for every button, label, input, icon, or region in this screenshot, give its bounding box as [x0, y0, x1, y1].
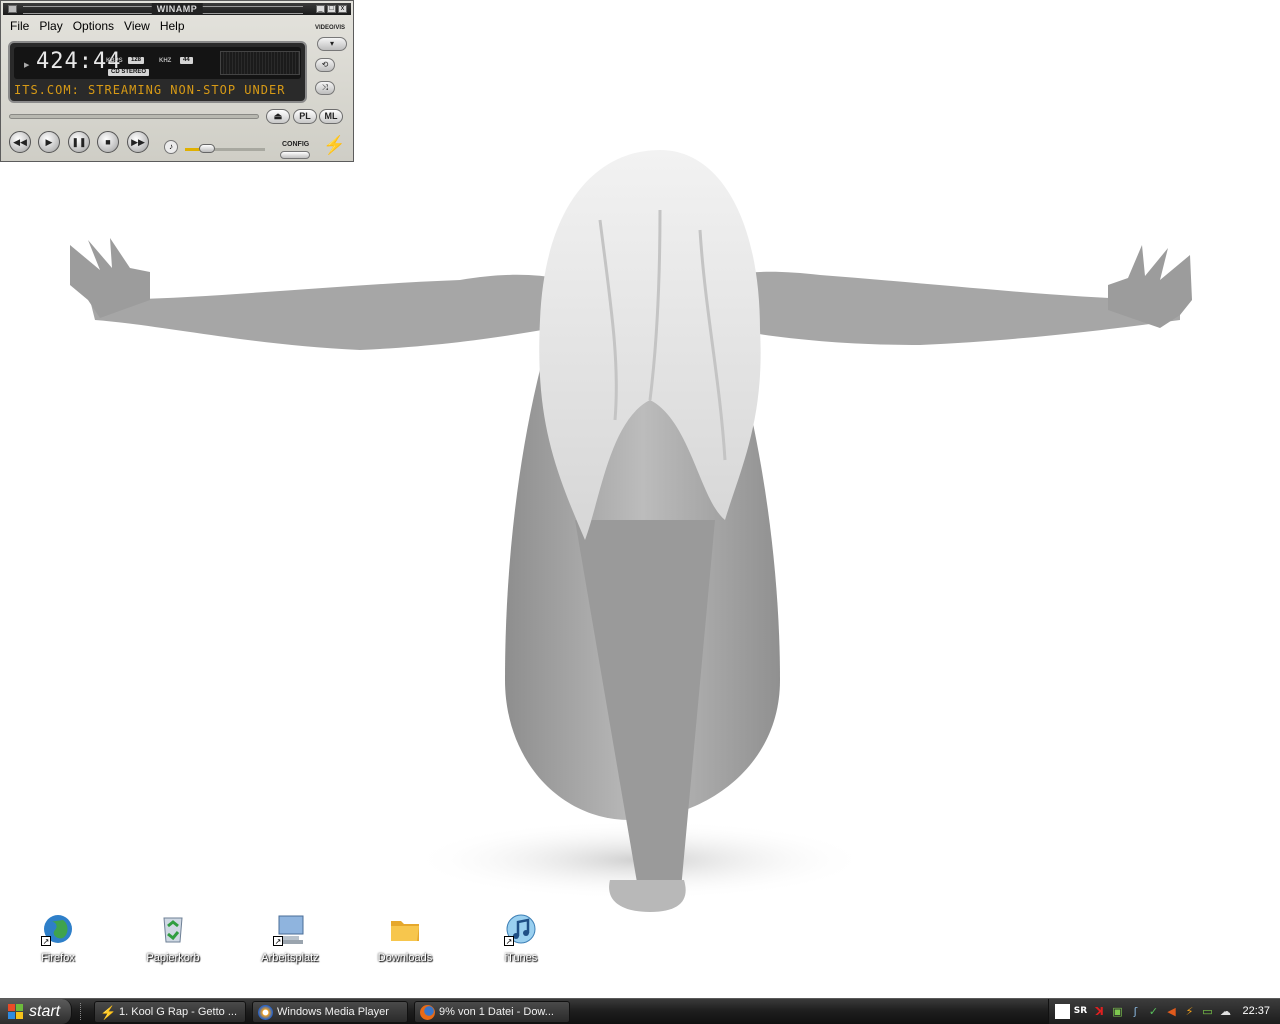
desktop-icon-firefox[interactable]: ↗ Firefox: [20, 912, 96, 964]
video-vis-label: VIDEO/VIS: [315, 25, 346, 31]
antivirus-icon[interactable]: ꓘ: [1092, 1004, 1107, 1019]
playlist-button[interactable]: PL: [293, 109, 317, 124]
eject-button[interactable]: ⏏: [266, 109, 290, 124]
winamp-window[interactable]: WINAMP _ □ x File Play Options View Help…: [0, 0, 354, 162]
folder-icon: [388, 912, 422, 946]
taskbar-grip[interactable]: [80, 1003, 84, 1020]
volume-tray-icon[interactable]: ◀: [1164, 1004, 1179, 1019]
menu-options[interactable]: Options: [68, 18, 119, 34]
recycle-bin-icon: [156, 912, 190, 946]
taskbar-button-firefox-downloads[interactable]: 9% von 1 Datei - Dow...: [414, 1001, 570, 1023]
firefox-globe-icon: ↗: [41, 912, 75, 946]
bluetooth-icon[interactable]: ʃ: [1128, 1004, 1143, 1019]
kbps-label: KBPS: [106, 58, 123, 64]
desktop-icon-my-computer[interactable]: ↗ Arbeitsplatz: [252, 912, 328, 964]
menu-view[interactable]: View: [119, 18, 155, 34]
menu-play[interactable]: Play: [34, 18, 67, 34]
update-icon[interactable]: ✓: [1146, 1004, 1161, 1019]
config-label: CONFIG: [282, 141, 310, 148]
clock[interactable]: 22:37: [1242, 999, 1270, 1024]
pause-button[interactable]: ❚❚: [68, 131, 90, 153]
winamp-bolt-icon: ⚡: [100, 1005, 117, 1020]
shuffle-button[interactable]: ⤨: [315, 81, 335, 95]
winamp-title: WINAMP: [151, 3, 203, 15]
shade-button[interactable]: □: [327, 5, 336, 13]
winamp-system-menu-button[interactable]: [8, 5, 17, 13]
desktop-icon-recycle-bin[interactable]: Papierkorb: [135, 912, 211, 964]
play-button[interactable]: ▶: [38, 131, 60, 153]
start-label: start: [29, 1003, 61, 1020]
winamp-titlebar[interactable]: WINAMP _ □ x: [3, 3, 351, 15]
itunes-icon: ↗: [504, 912, 538, 946]
start-button[interactable]: start: [0, 999, 72, 1024]
my-computer-icon: ↗: [273, 912, 307, 946]
winamp-menubar: File Play Options View Help: [5, 18, 190, 34]
nvidia-icon[interactable]: ▣: [1110, 1004, 1125, 1019]
firefox-icon: [420, 1005, 435, 1020]
close-button[interactable]: x: [338, 5, 347, 13]
kbps-value: 128: [128, 57, 145, 64]
song-title-marquee[interactable]: ITS.COM: STREAMING NON-STOP UNDER: [14, 83, 305, 97]
khz-label: KHZ: [159, 58, 172, 64]
minimize-button[interactable]: _: [316, 5, 325, 13]
taskbar-button-label: 9% von 1 Datei - Dow...: [439, 1006, 554, 1018]
volume-knob[interactable]: [199, 144, 216, 153]
taskbar-button-label: Windows Media Player: [277, 1006, 389, 1018]
desktop-icon-label: iTunes: [504, 952, 538, 964]
display-settings-icon[interactable]: ▭: [1200, 1004, 1215, 1019]
volume-slider[interactable]: [185, 148, 265, 151]
khz-value: 44: [180, 57, 193, 64]
taskbar: start ⚡ 1. Kool G Rap - Getto ... Window…: [0, 998, 1280, 1024]
next-button[interactable]: ▶▶: [127, 131, 149, 153]
desktop-icon-label: Papierkorb: [146, 952, 200, 964]
video-vis-toggle-button[interactable]: ▾: [317, 37, 347, 51]
taskbar-button-media-player[interactable]: Windows Media Player: [252, 1001, 408, 1023]
play-indicator-icon: ▶: [24, 62, 30, 69]
desktop-icon-label: Firefox: [41, 952, 75, 964]
desktop-icon-itunes[interactable]: ↗ iTunes: [483, 912, 559, 964]
media-player-icon: [258, 1005, 273, 1020]
previous-button[interactable]: ◀◀: [9, 131, 31, 153]
spectrum-visualizer[interactable]: [220, 51, 300, 75]
seek-bar[interactable]: [9, 114, 259, 119]
menu-file[interactable]: File: [5, 18, 34, 34]
menu-help[interactable]: Help: [155, 18, 190, 34]
stop-button[interactable]: ■: [97, 131, 119, 153]
media-library-button[interactable]: ML: [319, 109, 343, 124]
windows-logo-icon: [8, 1004, 23, 1019]
config-button[interactable]: [280, 151, 310, 159]
taskbar-button-winamp[interactable]: ⚡ 1. Kool G Rap - Getto ...: [94, 1001, 246, 1023]
winamp-display: ▶ 424:44 KBPS 128 KHZ 44 CD STEREO ITS.C…: [8, 41, 307, 103]
sr-tray-icon[interactable]: SR: [1073, 1004, 1088, 1019]
winamp-bolt-icon[interactable]: ⚡: [323, 135, 345, 156]
speaker-icon[interactable]: ♪: [164, 140, 178, 154]
network-icon[interactable]: [1055, 1004, 1070, 1019]
repeat-button[interactable]: ⟲: [315, 58, 335, 72]
taskbar-button-label: 1. Kool G Rap - Getto ...: [119, 1006, 237, 1018]
desktop-icon-downloads[interactable]: Downloads: [367, 912, 443, 964]
desktop-icon-label: Downloads: [377, 952, 433, 964]
desktop-icon-label: Arbeitsplatz: [261, 952, 319, 964]
stereo-indicator: CD STEREO: [108, 69, 150, 76]
winamp-tray-icon[interactable]: ⚡: [1182, 1004, 1197, 1019]
time-display-panel: ▶ 424:44 KBPS 128 KHZ 44 CD STEREO: [14, 47, 301, 79]
safely-remove-icon[interactable]: ☁: [1218, 1004, 1233, 1019]
system-tray: SR ꓘ ▣ ʃ ✓ ◀ ⚡ ▭ ☁ 22:37: [1048, 999, 1280, 1024]
